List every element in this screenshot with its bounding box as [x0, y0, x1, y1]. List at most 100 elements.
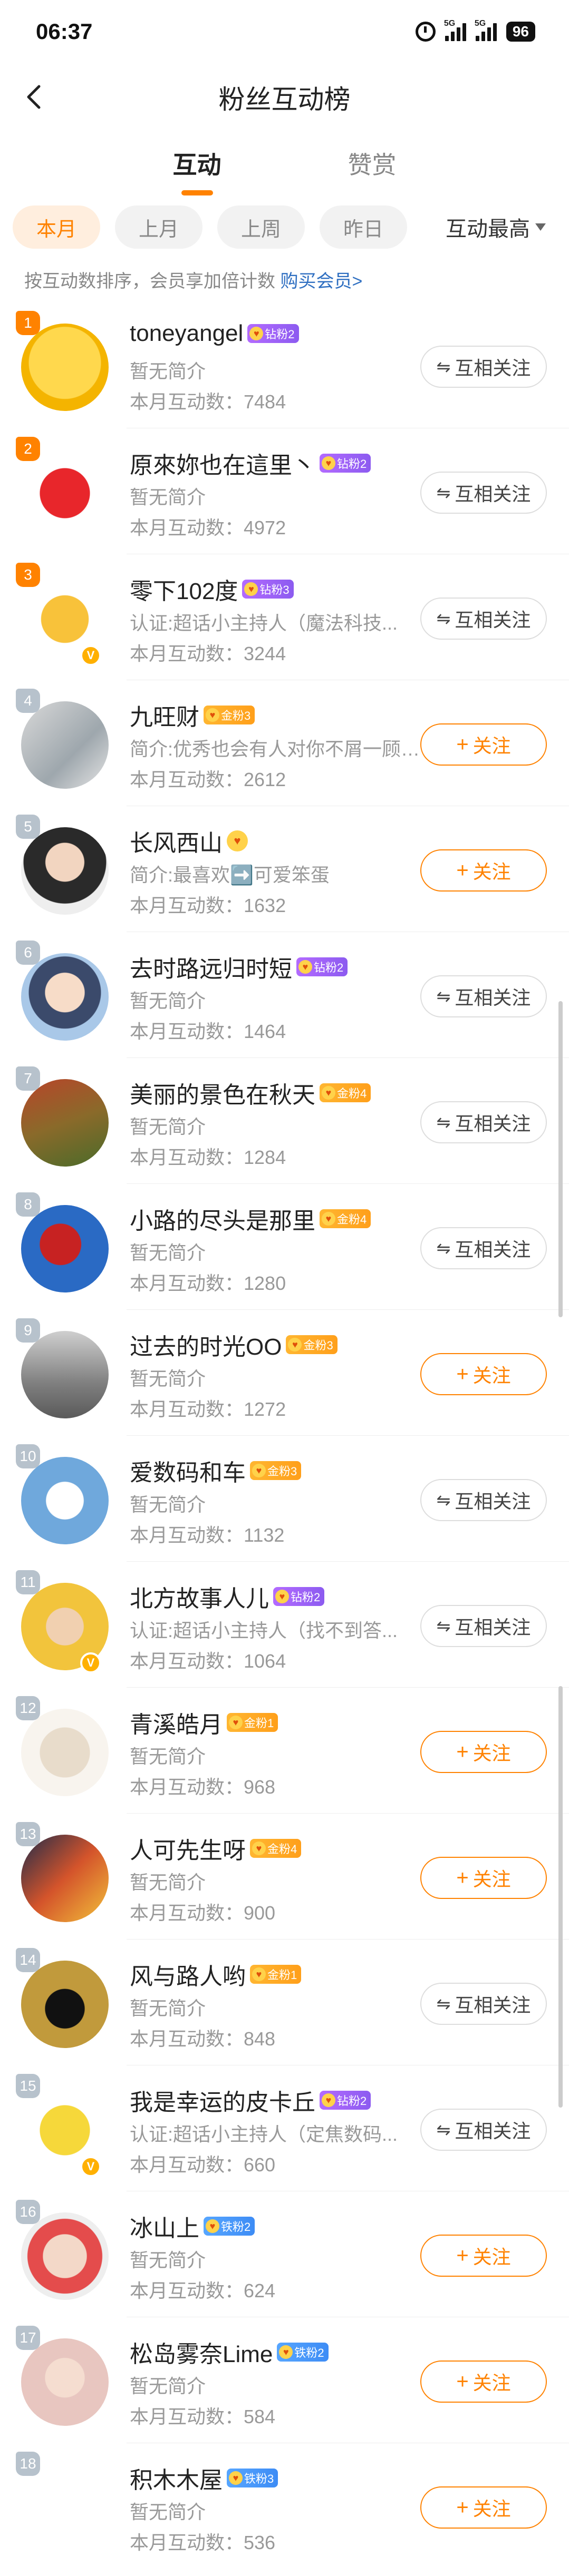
back-icon[interactable] — [21, 83, 49, 111]
avatar[interactable] — [21, 1961, 109, 2048]
user-name[interactable]: 零下102度 — [130, 572, 238, 606]
mutual-follow-button[interactable]: ⇋ 互相关注 — [420, 1983, 547, 2025]
mutual-follow-button[interactable]: ⇋ 互相关注 — [420, 975, 547, 1017]
list-item[interactable]: 14 风与路人哟 ♥ 金粉1 暂无简介 本月互动数：848 ⇋ 互相关注 — [16, 1940, 569, 2065]
mutual-follow-button[interactable]: ⇋ 互相关注 — [420, 1479, 547, 1521]
list-item[interactable]: 3 V 零下102度 ♥ 钻粉3 认证:超话小主持人（魔法科技... 本月互动数：… — [16, 554, 569, 680]
avatar[interactable] — [21, 449, 109, 537]
user-intro: 暂无简介 — [130, 1116, 206, 1138]
status-bar: 06:37 5G 5G 96 — [0, 0, 569, 63]
fan-badge: ♥ 铁粉3 — [227, 2469, 278, 2487]
notice-label: 按互动数排序，会员享加倍计数 — [24, 271, 281, 291]
nav-header: 粉丝互动榜 — [0, 63, 569, 132]
sort-dropdown[interactable]: 互动最高 — [446, 212, 556, 242]
user-name[interactable]: 风与路人哟 — [130, 1957, 246, 1991]
avatar[interactable] — [21, 1331, 109, 1418]
fan-badge: ♥ 钻粉2 — [320, 454, 371, 473]
avatar[interactable] — [21, 2464, 109, 2552]
fan-badge-label: 金粉1 — [244, 1717, 274, 1730]
list-item[interactable]: 10 爱数码和车 ♥ 金粉3 暂无简介 本月互动数：1132 ⇋ 互相关注 — [16, 1436, 569, 1562]
list-item[interactable]: 8 小路的尽头是那里 ♥ 金粉4 暂无简介 本月互动数：1280 ⇋ 互相关注 — [16, 1184, 569, 1310]
follow-button[interactable]: + 关注 — [420, 1857, 547, 1899]
avatar[interactable] — [21, 1205, 109, 1292]
follow-button[interactable]: + 关注 — [420, 2360, 547, 2403]
heart-icon: ♥ — [322, 456, 335, 470]
filter-last-month[interactable]: 上月 — [115, 205, 202, 249]
buy-vip-link[interactable]: 购买会员> — [280, 271, 362, 291]
follow-button[interactable]: + 关注 — [420, 2486, 547, 2529]
user-name[interactable]: 九旺财 — [130, 698, 199, 732]
list-item[interactable]: 5 长风西山 ♥ 简介:最喜欢➡️可爱笨蛋 本月互动数：1632 + 关注 — [16, 806, 569, 932]
follow-button[interactable]: + 关注 — [420, 723, 547, 766]
filter-this-month[interactable]: 本月 — [13, 205, 100, 249]
avatar[interactable] — [21, 1457, 109, 1544]
avatar[interactable] — [21, 701, 109, 789]
user-name[interactable]: 青溪皓月 — [130, 1706, 223, 1739]
user-name[interactable]: 小路的尽头是那里 — [130, 1202, 315, 1236]
interaction-count: 本月互动数：1272 — [130, 1398, 286, 1420]
scrollbar-2[interactable] — [558, 1686, 563, 2108]
user-name[interactable]: 原來妳也在這里丶 — [130, 446, 315, 480]
name-line: 青溪皓月 ♥ 金粉1 — [130, 1706, 278, 1739]
mutual-follow-button[interactable]: ⇋ 互相关注 — [420, 1101, 547, 1143]
list-item[interactable]: 13 人可先生呀 ♥ 金粉4 暂无简介 本月互动数：900 + 关注 — [16, 1814, 569, 1940]
avatar[interactable] — [21, 1835, 109, 1922]
mutual-follow-button[interactable]: ⇋ 互相关注 — [420, 346, 547, 388]
user-name[interactable]: 人可先生呀 — [130, 1831, 246, 1865]
follow-button[interactable]: + 关注 — [420, 1731, 547, 1773]
scrollbar[interactable] — [558, 1001, 563, 1317]
user-name[interactable]: 过去的时光OO — [130, 1328, 282, 1362]
avatar[interactable] — [21, 2212, 109, 2300]
list-item[interactable]: 7 美丽的景色在秋天 ♥ 金粉4 暂无简介 本月互动数：1284 ⇋ 互相关注 — [16, 1058, 569, 1184]
list-item[interactable]: 12 青溪皓月 ♥ 金粉1 暂无简介 本月互动数：968 + 关注 — [16, 1688, 569, 1814]
user-name[interactable]: 松岛雾奈Lime — [130, 2335, 273, 2369]
user-name[interactable]: 美丽的景色在秋天 — [130, 1076, 315, 1110]
heart-icon: ♥ — [206, 708, 219, 722]
avatar[interactable] — [21, 827, 109, 915]
user-name[interactable]: 积木木屋 — [130, 2461, 223, 2495]
user-name[interactable]: 去时路远归时短 — [130, 950, 292, 984]
mutual-follow-button[interactable]: ⇋ 互相关注 — [420, 1605, 547, 1647]
user-name[interactable]: 我是幸运的皮卡丘 — [130, 2083, 315, 2117]
mutual-follow-button[interactable]: ⇋ 互相关注 — [420, 1227, 547, 1269]
user-name[interactable]: toneyangel — [130, 320, 243, 347]
name-line: 北方故事人儿 ♥ 钻粉2 — [130, 1580, 325, 1613]
user-name[interactable]: 冰山上 — [130, 2209, 199, 2243]
heart-icon: ♥ — [279, 2345, 293, 2359]
avatar[interactable] — [21, 1079, 109, 1167]
follow-button[interactable]: + 关注 — [420, 2235, 547, 2277]
follow-button[interactable]: + 关注 — [420, 849, 547, 892]
mutual-follow-button[interactable]: ⇋ 互相关注 — [420, 598, 547, 640]
mutual-follow-button[interactable]: ⇋ 互相关注 — [420, 472, 547, 514]
avatar[interactable] — [21, 1709, 109, 1796]
tab-appreciation[interactable]: 赞赏 — [343, 146, 402, 181]
list-item[interactable]: 11 V 北方故事人儿 ♥ 钻粉2 认证:超话小主持人（找不到答... 本月互动数… — [16, 1562, 569, 1688]
list-item[interactable]: 4 九旺财 ♥ 金粉3 简介:优秀也会有人对你不屑一顾不... 本月互动数：261… — [16, 680, 569, 806]
filter-last-week[interactable]: 上周 — [217, 205, 305, 249]
filter-yesterday[interactable]: 昨日 — [320, 205, 407, 249]
list-item[interactable]: 18 积木木屋 ♥ 铁粉3 暂无简介 本月互动数：536 + 关注 — [16, 2443, 569, 2569]
list-item[interactable]: 6 去时路远归时短 ♥ 钻粉2 暂无简介 本月互动数：1464 ⇋ 互相关注 — [16, 932, 569, 1058]
rank-badge: 16 — [16, 2200, 40, 2224]
list-item[interactable]: 9 过去的时光OO ♥ 金粉3 暂无简介 本月互动数：1272 + 关注 — [16, 1310, 569, 1436]
list-item[interactable]: 16 冰山上 ♥ 铁粉2 暂无简介 本月互动数：624 + 关注 — [16, 2191, 569, 2317]
avatar[interactable] — [21, 953, 109, 1041]
name-line: 爱数码和车 ♥ 金粉3 — [130, 1454, 302, 1487]
user-name[interactable]: 北方故事人儿 — [130, 1580, 269, 1613]
user-name[interactable]: 爱数码和车 — [130, 1454, 246, 1487]
avatar[interactable] — [21, 324, 109, 411]
tab-interaction[interactable]: 互动 — [168, 146, 227, 195]
avatar[interactable] — [21, 2338, 109, 2426]
mutual-follow-button[interactable]: ⇋ 互相关注 — [420, 2109, 547, 2151]
list-item[interactable]: 1 toneyangel ♥ 钻粉2 暂无简介 本月互动数：7484 ⇋ 互相关注 — [16, 302, 569, 428]
list-item[interactable]: 2 原來妳也在這里丶 ♥ 钻粉2 暂无简介 本月互动数：4972 ⇋ 互相关注 — [16, 428, 569, 554]
button-label: 关注 — [472, 1365, 511, 1386]
rank-badge: 1 — [16, 311, 40, 335]
heart-icon: ♥ — [244, 582, 258, 596]
list-item[interactable]: 15 V 我是幸运的皮卡丘 ♥ 钻粉2 认证:超话小主持人（定焦数码... 本月互… — [16, 2065, 569, 2191]
follow-button[interactable]: + 关注 — [420, 1353, 547, 1395]
list-item[interactable]: 17 松岛雾奈Lime ♥ 铁粉2 暂无简介 本月互动数：584 + 关注 — [16, 2317, 569, 2443]
fan-badge-label: 铁粉2 — [294, 2346, 324, 2359]
interaction-count: 本月互动数：1280 — [130, 1272, 286, 1294]
user-name[interactable]: 长风西山 — [130, 824, 223, 858]
